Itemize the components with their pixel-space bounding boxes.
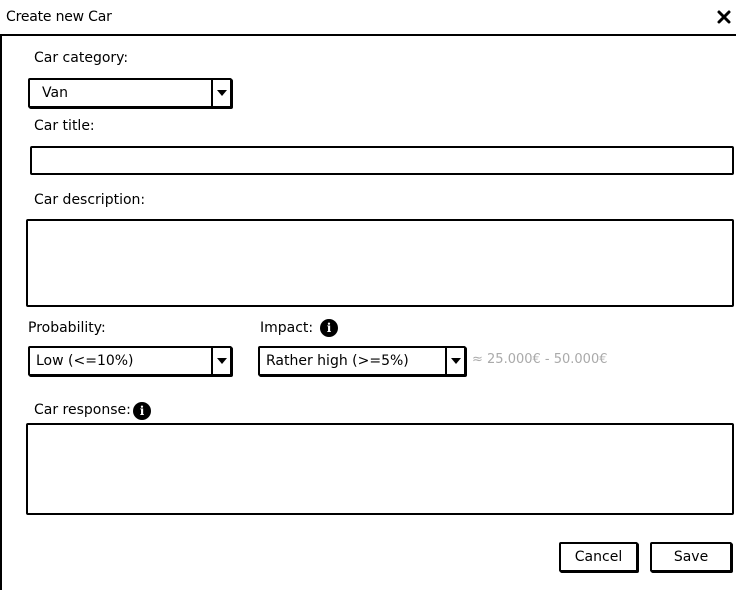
impact-estimate: ≈ 25.000€ - 50.000€ <box>472 352 608 367</box>
response-label: Car response: <box>34 402 131 418</box>
impact-value: Rather high (>=5%) <box>266 353 409 369</box>
cancel-button[interactable]: Cancel <box>559 542 638 572</box>
impact-label: Impact: <box>260 320 314 336</box>
category-select[interactable]: Van <box>28 78 232 108</box>
probability-value: Low (<=10%) <box>36 353 134 369</box>
impact-select[interactable]: Rather high (>=5%) <box>258 346 466 376</box>
save-button[interactable]: Save <box>650 542 732 572</box>
probability-label: Probability: <box>28 320 106 336</box>
chevron-down-icon <box>445 348 464 374</box>
category-label: Car category: <box>34 50 129 66</box>
chevron-down-icon <box>211 348 230 374</box>
dialog-title: Create new Car <box>6 9 112 25</box>
probability-select[interactable]: Low (<=10%) <box>28 346 232 376</box>
info-icon[interactable]: i <box>133 402 151 420</box>
dialog-title-bar: Create new Car <box>0 0 736 36</box>
title-input[interactable] <box>30 146 734 175</box>
close-icon[interactable] <box>712 4 736 30</box>
chevron-down-icon <box>211 80 230 106</box>
description-textarea[interactable] <box>26 219 734 307</box>
response-textarea[interactable] <box>26 423 734 515</box>
category-value: Van <box>42 85 68 101</box>
title-label: Car title: <box>34 118 95 134</box>
description-label: Car description: <box>34 192 146 208</box>
info-icon[interactable]: i <box>320 319 338 337</box>
